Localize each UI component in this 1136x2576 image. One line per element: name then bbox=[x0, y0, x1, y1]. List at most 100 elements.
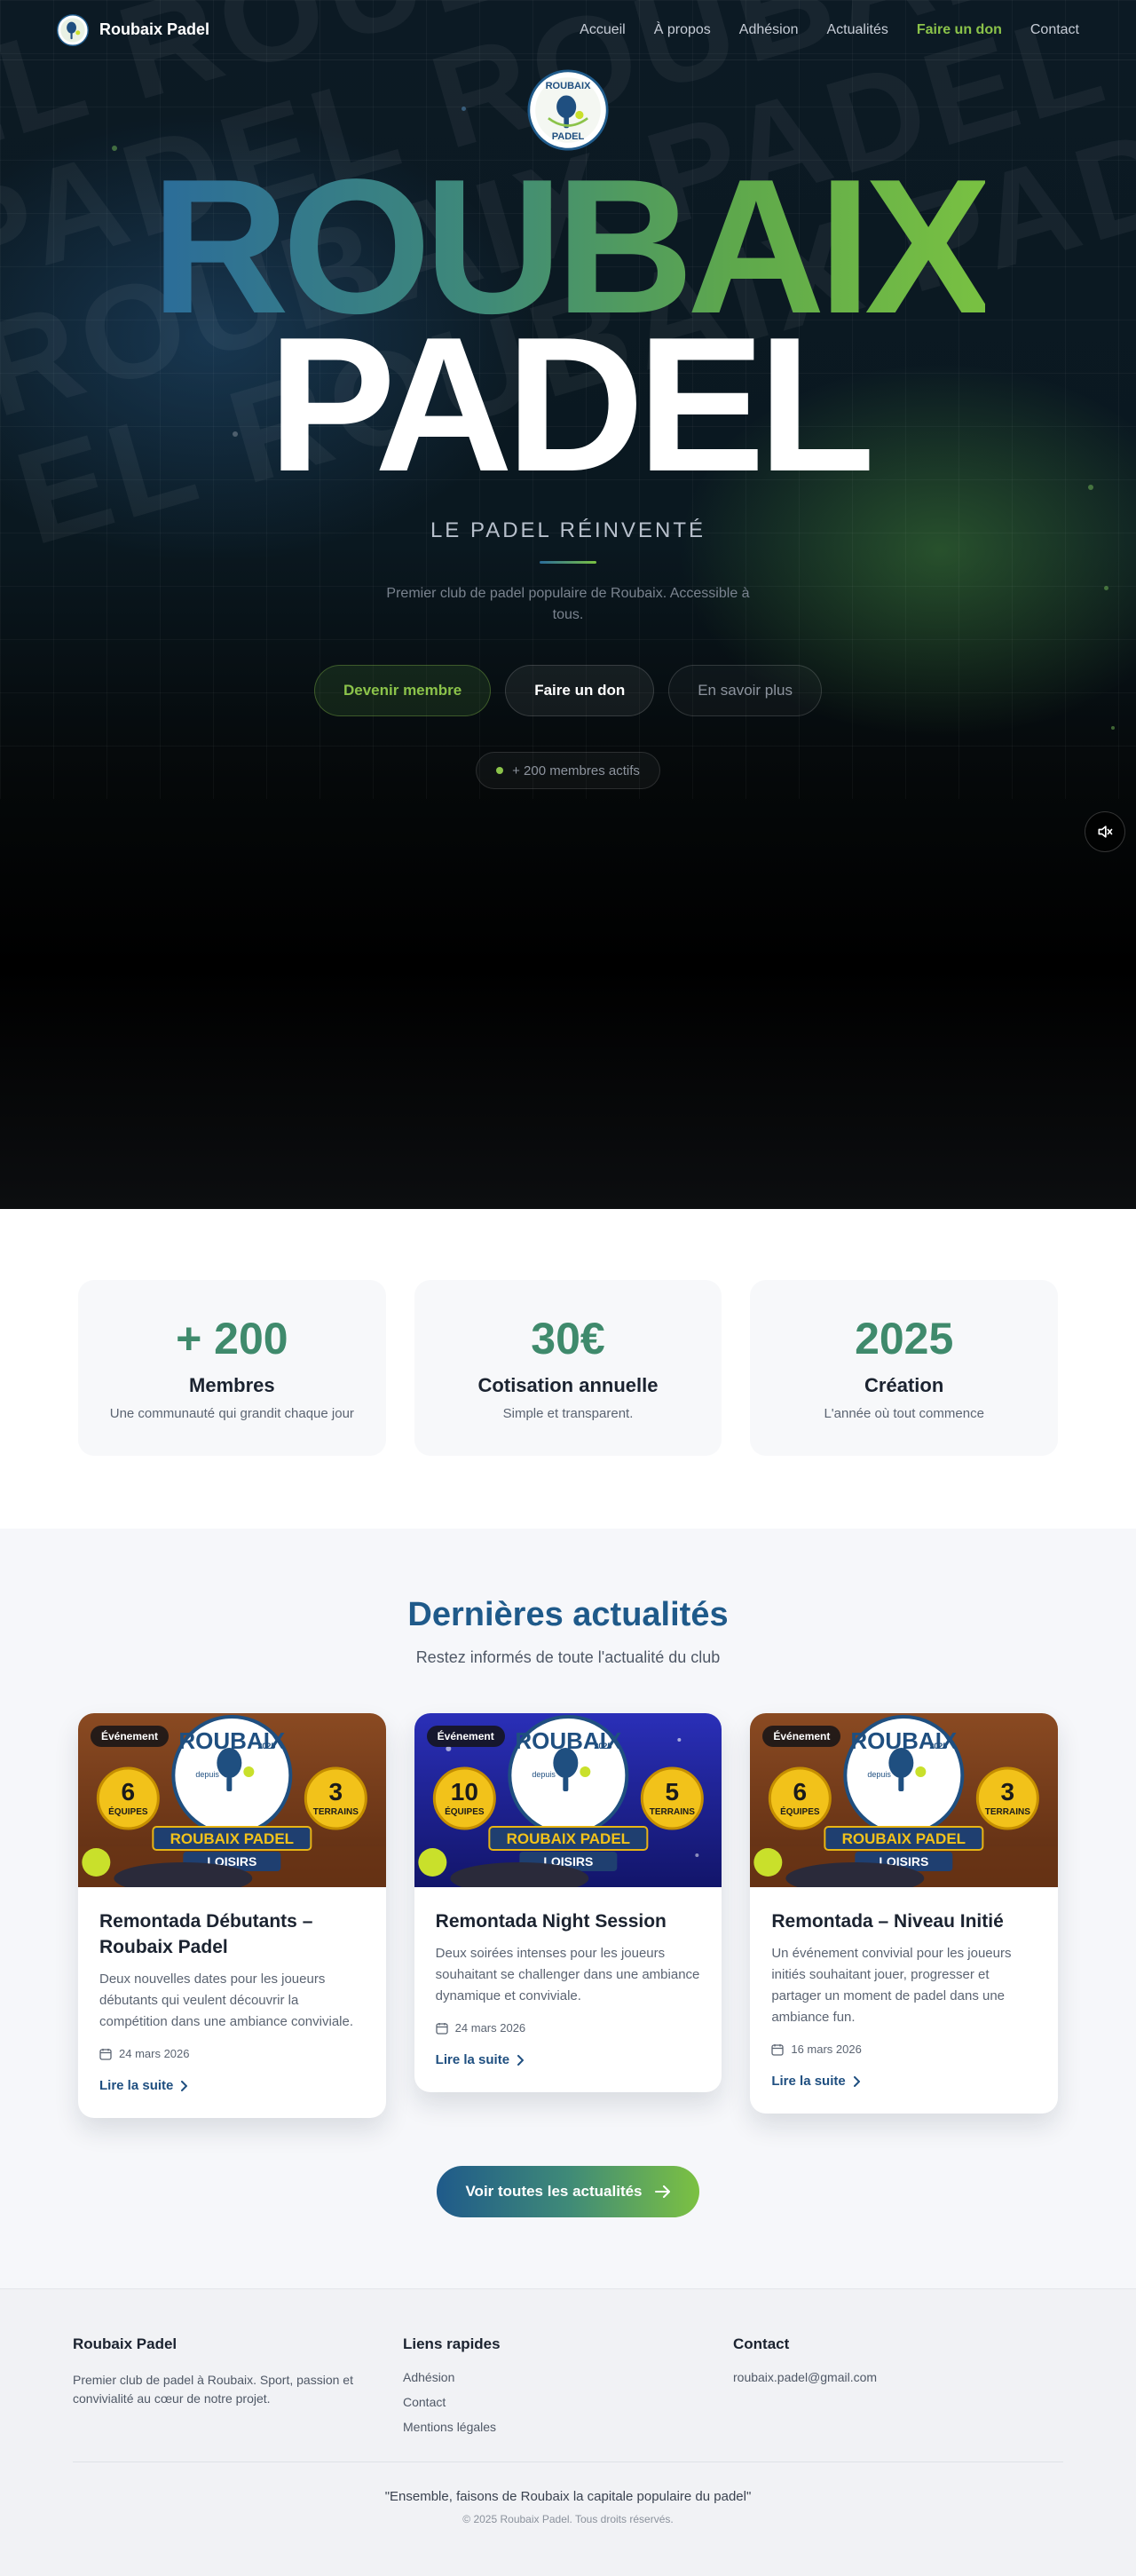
news-card-image: ROUBAIX depuis 2025 10 ÉQUIPES 5 TERRAIN… bbox=[414, 1713, 722, 1887]
poster-teams-count: 6 bbox=[793, 1778, 808, 1806]
hero-section: EL ROUBAIX PADEL ROUBAIX PADEL ROUBAIX P… bbox=[0, 0, 1136, 1209]
news-card-body: Remontada Night Session Deux soirées int… bbox=[414, 1887, 722, 2092]
hero-buttons: Devenir membre Faire un don En savoir pl… bbox=[313, 665, 822, 716]
news-section: Dernières actualités Restez informés de … bbox=[0, 1529, 1136, 2288]
poster-year: 2025 bbox=[930, 1742, 948, 1750]
read-more-link[interactable]: Lire la suite bbox=[99, 2078, 365, 2093]
hero-content: ROUBAIX PADEL ROUBAIX PADEL LE PADEL RÉI… bbox=[0, 0, 1136, 789]
news-card-title[interactable]: Remontada Night Session bbox=[436, 1908, 701, 1934]
footer-email-link[interactable]: roubaix.padel@gmail.com bbox=[733, 2369, 1063, 2385]
news-card[interactable]: ROUBAIX depuis 2025 10 ÉQUIPES 5 TERRAIN… bbox=[414, 1713, 722, 2092]
hero-title-line2: PADEL bbox=[267, 296, 875, 511]
news-card-date-text: 16 mars 2026 bbox=[791, 2043, 862, 2056]
poster-teams-label: ÉQUIPES bbox=[108, 1806, 148, 1817]
chevron-right-icon bbox=[517, 2054, 525, 2066]
news-card-body: Remontada – Niveau Initié Un événement c… bbox=[750, 1887, 1058, 2114]
poster-year: 2025 bbox=[257, 1742, 275, 1750]
footer-link-adhesion[interactable]: Adhésion bbox=[403, 2369, 733, 2385]
poster-banner: ROUBAIX PADEL bbox=[506, 1830, 629, 1847]
poster-courts-label: TERRAINS bbox=[649, 1807, 694, 1817]
nav-link-contact[interactable]: Contact bbox=[1030, 22, 1079, 38]
footer-about: Roubaix Padel Premier club de padel à Ro… bbox=[73, 2335, 403, 2435]
poster-teams-label: ÉQUIPES bbox=[780, 1806, 820, 1817]
nav-link-adhesion[interactable]: Adhésion bbox=[739, 22, 799, 38]
news-card-image: ROUBAIX depuis 2025 6 ÉQUIPES 3 TERRAINS… bbox=[750, 1713, 1059, 1887]
stat-label: Membres bbox=[189, 1374, 275, 1396]
nav-link-accueil[interactable]: Accueil bbox=[580, 22, 626, 38]
stat-card-members: + 200 Membres Une communauté qui grandit… bbox=[78, 1280, 386, 1456]
footer-quote: "Ensemble, faisons de Roubaix la capital… bbox=[384, 2489, 752, 2504]
news-card-date: 24 mars 2026 bbox=[99, 2047, 365, 2060]
poster-courts-count: 3 bbox=[1001, 1778, 1015, 1806]
news-card-tag: Événement bbox=[91, 1726, 170, 1747]
poster-courts-count: 5 bbox=[665, 1778, 679, 1806]
read-more-link[interactable]: Lire la suite bbox=[771, 2074, 1037, 2089]
news-card-title[interactable]: Remontada – Niveau Initié bbox=[771, 1908, 1037, 1934]
stat-description: Une communauté qui grandit chaque jour bbox=[109, 1406, 354, 1421]
club-logo-icon bbox=[57, 13, 89, 46]
read-more-label: Lire la suite bbox=[771, 2074, 846, 2089]
members-pill-text: + 200 membres actifs bbox=[512, 763, 640, 778]
footer-link-contact[interactable]: Contact bbox=[403, 2394, 733, 2410]
footer: Roubaix Padel Premier club de padel à Ro… bbox=[0, 2288, 1136, 2576]
footer-about-text: Premier club de padel à Roubaix. Sport, … bbox=[73, 2373, 353, 2406]
stat-value: + 200 bbox=[176, 1314, 288, 1363]
become-member-button[interactable]: Devenir membre bbox=[313, 665, 492, 716]
footer-columns: Roubaix Padel Premier club de padel à Ro… bbox=[73, 2335, 1063, 2435]
donate-button[interactable]: Faire un don bbox=[505, 665, 655, 716]
read-more-label: Lire la suite bbox=[99, 2078, 174, 2093]
stat-description: L'année où tout commence bbox=[824, 1406, 984, 1421]
read-more-label: Lire la suite bbox=[435, 2052, 510, 2067]
all-news-label: Voir toutes les actualités bbox=[465, 2183, 643, 2200]
poster-year: 2025 bbox=[594, 1742, 611, 1750]
news-card-description: Deux soirées intenses pour les joueurs s… bbox=[435, 1946, 700, 2003]
read-more-link[interactable]: Lire la suite bbox=[436, 2052, 701, 2067]
footer-links-title: Liens rapides bbox=[403, 2335, 501, 2352]
poster-teams-count: 10 bbox=[450, 1778, 477, 1806]
stat-card-creation: 2025 Création L'année où tout commence bbox=[750, 1280, 1059, 1456]
all-news-button[interactable]: Voir toutes les actualités bbox=[437, 2166, 699, 2217]
hero-description: Premier club de padel populaire de Rouba… bbox=[386, 586, 750, 622]
brand[interactable]: Roubaix Padel bbox=[57, 13, 210, 46]
calendar-icon bbox=[436, 2022, 448, 2035]
news-card-date-text: 24 mars 2026 bbox=[454, 2021, 526, 2035]
mute-toggle-button[interactable] bbox=[1085, 811, 1125, 852]
poster-since: depuis bbox=[868, 1770, 892, 1779]
top-nav: Roubaix Padel Accueil À propos Adhésion … bbox=[0, 0, 1136, 60]
poster-since: depuis bbox=[532, 1770, 556, 1779]
nav-links: Accueil À propos Adhésion Actualités Fai… bbox=[580, 22, 1079, 38]
stats-section: + 200 Membres Une communauté qui grandit… bbox=[0, 1209, 1136, 1529]
news-card-title[interactable]: Remontada Débutants – Roubaix Padel bbox=[99, 1908, 365, 1960]
footer-divider bbox=[73, 2461, 1063, 2462]
footer-copyright: © 2025 Roubaix Padel. Tous droits réserv… bbox=[462, 2513, 674, 2525]
stat-label: Création bbox=[864, 1374, 944, 1396]
news-grid: ROUBAIX depuis 2025 6 ÉQUIPES 3 TERRAINS… bbox=[78, 1713, 1059, 2118]
tagline-divider bbox=[540, 561, 596, 564]
news-card-date: 16 mars 2026 bbox=[771, 2043, 1037, 2056]
news-card-tag: Événement bbox=[762, 1726, 841, 1747]
poster-since: depuis bbox=[195, 1770, 219, 1779]
news-section-subtitle: Restez informés de toute l'actualité du … bbox=[415, 1648, 721, 1666]
svg-text:ROUBAIX: ROUBAIX bbox=[546, 81, 592, 91]
stat-card-fee: 30€ Cotisation annuelle Simple et transp… bbox=[414, 1280, 722, 1456]
news-card-tag: Événement bbox=[426, 1726, 505, 1747]
footer-contact: Contact roubaix.padel@gmail.com bbox=[733, 2335, 1063, 2435]
chevron-right-icon bbox=[181, 2080, 188, 2091]
poster-teams-count: 6 bbox=[122, 1778, 136, 1806]
nav-link-a-propos[interactable]: À propos bbox=[654, 22, 711, 38]
status-dot-icon bbox=[496, 767, 504, 774]
nav-link-actualites[interactable]: Actualités bbox=[826, 22, 888, 38]
nav-link-faire-un-don[interactable]: Faire un don bbox=[917, 22, 1002, 38]
news-card-date-text: 24 mars 2026 bbox=[119, 2047, 190, 2060]
news-section-title: Dernières actualités bbox=[407, 1596, 729, 1633]
news-card[interactable]: ROUBAIX depuis 2025 6 ÉQUIPES 3 TERRAINS… bbox=[78, 1713, 386, 2118]
footer-link-legal[interactable]: Mentions légales bbox=[403, 2419, 733, 2435]
news-card-image: ROUBAIX depuis 2025 6 ÉQUIPES 3 TERRAINS… bbox=[78, 1713, 386, 1887]
learn-more-button[interactable]: En savoir plus bbox=[668, 665, 822, 716]
news-card[interactable]: ROUBAIX depuis 2025 6 ÉQUIPES 3 TERRAINS… bbox=[750, 1713, 1059, 2114]
news-card-description: Un événement convivial pour les joueurs … bbox=[771, 1946, 1012, 2025]
footer-contact-title: Contact bbox=[733, 2335, 790, 2352]
brand-name: Roubaix Padel bbox=[99, 20, 210, 38]
speaker-muted-icon bbox=[1098, 826, 1113, 838]
footer-about-title: Roubaix Padel bbox=[73, 2335, 178, 2352]
